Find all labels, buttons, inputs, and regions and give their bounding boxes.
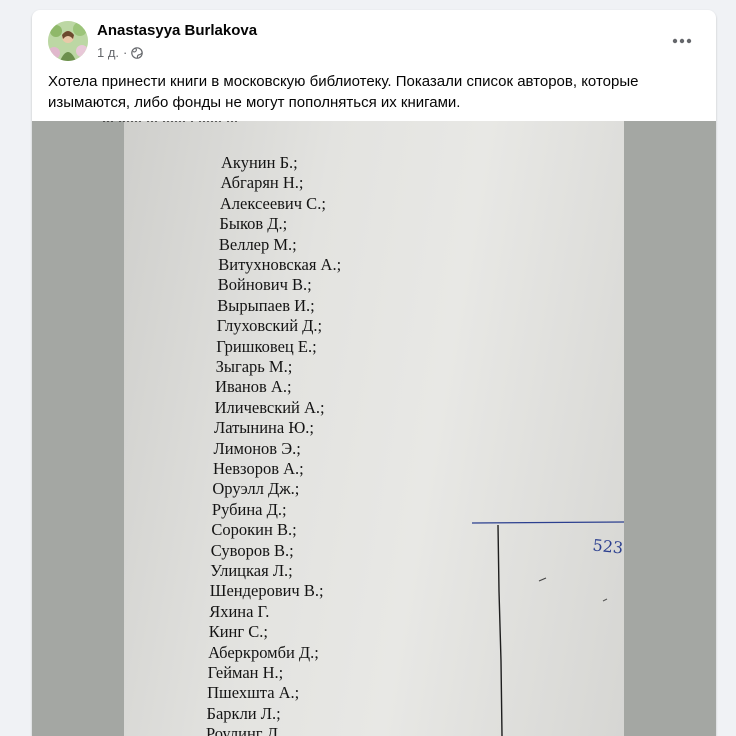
pen-mark <box>602 598 608 602</box>
post-card: Anastasyya Burlakova 1 д. · Хотела прине… <box>32 10 716 736</box>
avatar-photo <box>48 21 88 61</box>
handwritten-number: 523 <box>592 536 624 558</box>
post-photo[interactable]: ... ...... ... ...... . ...... ... Акуни… <box>32 121 716 736</box>
meta-separator: · <box>123 45 128 60</box>
hand-drawn-horizontal-line <box>471 521 625 524</box>
post-header: Anastasyya Burlakova 1 д. · <box>48 21 698 63</box>
avatar[interactable] <box>48 21 88 61</box>
pen-mark <box>538 577 547 582</box>
author-name[interactable]: Anastasyya Burlakova <box>97 22 257 39</box>
handwritten-marks: 523 <box>471 521 625 736</box>
more-options-icon <box>672 38 692 44</box>
hand-drawn-vertical-line <box>497 524 503 736</box>
globe-icon <box>131 46 144 59</box>
post-caption: Хотела принести книги в московскую библи… <box>48 73 639 111</box>
post-meta: 1 д. · <box>97 45 144 60</box>
post-time[interactable]: 1 д. <box>97 45 119 60</box>
more-options-button[interactable] <box>666 25 698 57</box>
